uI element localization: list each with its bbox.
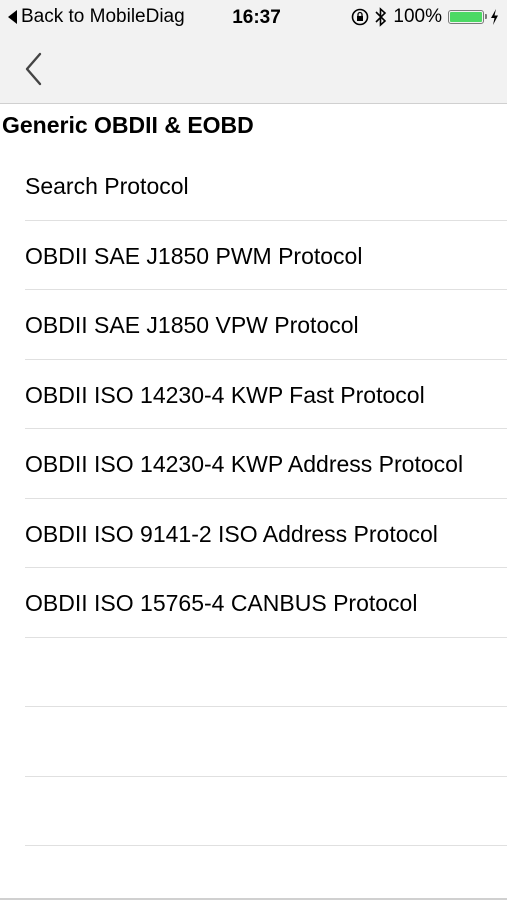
protocol-list: Search Protocol OBDII SAE J1850 PWM Proto…	[0, 151, 507, 846]
bluetooth-icon	[375, 7, 387, 27]
protocol-label: OBDII ISO 14230-4 KWP Fast Protocol	[25, 381, 425, 408]
back-to-app-label: Back to MobileDiag	[21, 6, 185, 27]
protocol-list-item[interactable]: OBDII SAE J1850 PWM Protocol	[0, 221, 507, 290]
navigation-bar	[0, 36, 507, 104]
protocol-label: OBDII ISO 15765-4 CANBUS Protocol	[25, 590, 418, 616]
empty-list-row	[0, 638, 507, 707]
protocol-list-item[interactable]: OBDII ISO 15765-4 CANBUS Protocol	[0, 568, 507, 638]
back-triangle-icon	[8, 10, 17, 24]
row-separator	[25, 845, 507, 846]
protocol-label: Search Protocol	[25, 173, 189, 199]
protocol-list-item[interactable]: Search Protocol	[0, 151, 507, 221]
status-bar: Back to MobileDiag 16:37 100%	[0, 0, 507, 36]
protocol-label: OBDII SAE J1850 PWM Protocol	[25, 242, 363, 269]
protocol-label: OBDII ISO 14230-4 KWP Address Protocol	[25, 451, 464, 477]
empty-list-row	[0, 707, 507, 777]
battery-percent: 100%	[393, 6, 442, 27]
charging-bolt-icon	[491, 9, 498, 25]
protocol-list-item[interactable]: OBDII ISO 9141-2 ISO Address Protocol	[0, 499, 507, 568]
orientation-lock-icon	[352, 8, 369, 26]
protocol-list-item[interactable]: OBDII ISO 14230-4 KWP Fast Protocol	[0, 360, 507, 429]
protocol-label: OBDII ISO 9141-2 ISO Address Protocol	[25, 520, 438, 547]
chevron-left-icon[interactable]	[18, 50, 50, 88]
battery-icon	[448, 10, 487, 24]
section-title: Generic OBDII & EOBD	[2, 112, 254, 138]
status-icons: 100%	[345, 6, 499, 28]
back-to-app-link[interactable]: Back to MobileDiag	[8, 6, 185, 28]
empty-list-row	[0, 777, 507, 846]
protocol-list-item[interactable]: OBDII ISO 14230-4 KWP Address Protocol	[0, 429, 507, 499]
protocol-list-item[interactable]: OBDII SAE J1850 VPW Protocol	[0, 290, 507, 360]
protocol-label: OBDII SAE J1850 VPW Protocol	[25, 312, 359, 338]
